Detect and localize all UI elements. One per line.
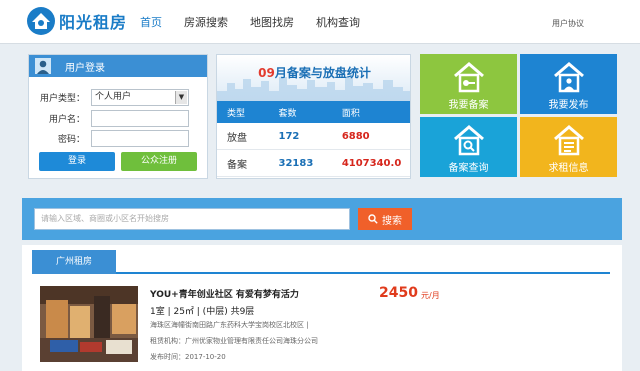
nav-agency[interactable]: 机构查询	[316, 0, 360, 44]
nav-home[interactable]: 首页	[140, 0, 162, 44]
listing-date: 发布时间：2017-10-20	[150, 353, 226, 361]
listing-price-unit: 元/月	[421, 291, 440, 300]
nav-map[interactable]: 地图找房	[250, 0, 294, 44]
search-input[interactable]: 请输入区域、商圈或小区名开始搜房	[34, 208, 350, 230]
user-type-label: 用户类型：	[39, 94, 85, 104]
logo-text: 阳光租房	[59, 13, 128, 32]
col-type: 类型	[227, 108, 246, 119]
listing-price: 2450	[379, 285, 418, 301]
top-header: 阳光租房 首页 房源搜索 地图找房 机构查询 用户协议	[0, 0, 640, 44]
user-agreement-link[interactable]: 用户协议	[552, 18, 584, 29]
password-label: 密码：	[57, 135, 85, 145]
listing-agency: 租赁机构：广州优家物业管理有限责任公司海珠分公司	[150, 337, 318, 345]
listing-tab-bar: 广州租房	[32, 250, 610, 274]
user-type-select[interactable]: 个人用户 ▼	[91, 89, 189, 106]
stats-table-header: 类型 套数 面积	[217, 101, 410, 123]
house-person-icon	[553, 62, 584, 93]
stats-title: 09月备案与放盘统计	[258, 66, 371, 80]
col-area: 面积	[341, 108, 360, 119]
username-input[interactable]	[91, 110, 189, 127]
room-photo-graphic	[40, 286, 138, 362]
listing-title[interactable]: YOU+青年创业社区 有爱有梦有活力	[150, 287, 299, 300]
tab-guangzhou-rent[interactable]: 广州租房	[32, 250, 116, 274]
listing-panel: 广州租房 YOU+青年创业社区 有爱有梦有活力 1室 | 25㎡ | (中层) …	[22, 245, 622, 371]
tile-register-filing[interactable]: 我要备案	[420, 54, 517, 114]
house-list-icon	[553, 125, 584, 156]
search-icon	[368, 214, 378, 224]
tile-filing-query[interactable]: 备案查询	[420, 117, 517, 177]
password-input[interactable]	[91, 130, 189, 147]
login-panel: 用户登录 用户类型： 个人用户 ▼ 用户名： 密码： 登录 公众注册	[28, 54, 208, 179]
table-row: 备案 32183 4107340.0	[217, 150, 410, 177]
nav-search[interactable]: 房源搜索	[184, 0, 228, 44]
search-bar: 请输入区域、商圈或小区名开始搜房 搜索	[22, 198, 622, 240]
login-title: 用户登录	[65, 62, 105, 74]
table-row: 放盘 172 6880	[217, 123, 410, 150]
stats-banner: 09月备案与放盘统计	[217, 55, 410, 101]
logo-house-icon	[27, 7, 55, 35]
site-logo[interactable]: 阳光租房	[26, 6, 127, 36]
tile-publish[interactable]: 我要发布	[520, 54, 617, 114]
listing-address: 海珠区海幢街南田路广东药科大学宝岗校区北校区 |	[150, 321, 309, 329]
house-key-icon	[453, 62, 484, 93]
listing-spec: 1室 | 25㎡ | (中层) 共9层	[150, 307, 255, 317]
search-button[interactable]: 搜索	[358, 208, 412, 230]
password-row: 密码：	[35, 130, 189, 147]
tile-rent-wanted[interactable]: 求租信息	[520, 117, 617, 177]
login-header: 用户登录	[29, 55, 207, 77]
col-count: 套数	[278, 108, 297, 119]
user-type-row: 用户类型： 个人用户 ▼	[35, 89, 189, 106]
user-avatar-icon	[35, 58, 51, 74]
house-search-icon	[453, 125, 484, 156]
username-label: 用户名：	[48, 115, 85, 125]
main-nav: 首页 房源搜索 地图找房 机构查询	[140, 0, 382, 44]
login-button[interactable]: 登录	[39, 152, 115, 171]
chevron-down-icon: ▼	[175, 91, 187, 104]
register-button[interactable]: 公众注册	[121, 152, 197, 171]
username-row: 用户名：	[35, 110, 189, 127]
listing-thumbnail[interactable]	[40, 286, 138, 362]
stats-panel: 09月备案与放盘统计 类型 套数 面积 放盘 172 6880 备案 32183…	[216, 54, 411, 179]
